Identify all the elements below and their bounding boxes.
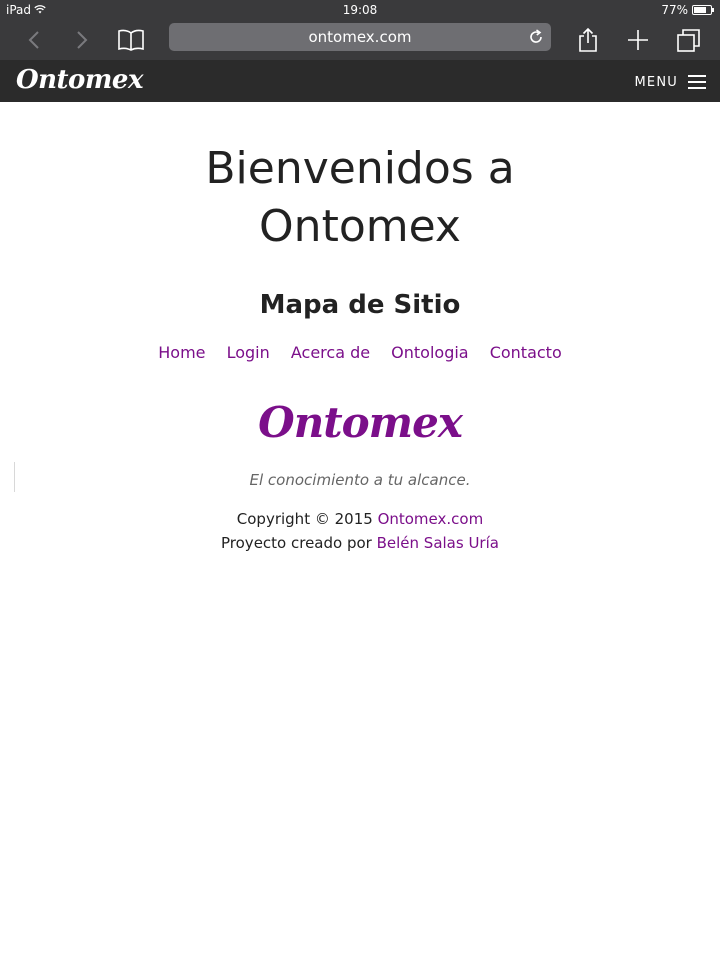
share-button[interactable] bbox=[572, 24, 604, 56]
sitemap-links: Home Login Acerca de Ontologia Contacto bbox=[0, 343, 720, 362]
url-text: ontomex.com bbox=[308, 28, 412, 46]
copyright-prefix: Copyright © 2015 bbox=[236, 510, 378, 528]
browser-toolbar: ontomex.com bbox=[0, 20, 720, 60]
battery-icon bbox=[692, 5, 714, 15]
sitemap-link-contact[interactable]: Contacto bbox=[490, 343, 562, 362]
footer-logo: Ontomex bbox=[258, 398, 463, 447]
credit-text: Proyecto creado por Belén Salas Uría bbox=[0, 534, 720, 552]
share-icon bbox=[579, 27, 597, 52]
new-tab-icon bbox=[628, 30, 648, 50]
hamburger-icon bbox=[688, 75, 706, 89]
sitemap-link-home[interactable]: Home bbox=[158, 343, 205, 362]
clock: 19:08 bbox=[342, 3, 378, 17]
sitemap-link-about[interactable]: Acerca de bbox=[291, 343, 370, 362]
back-icon bbox=[28, 31, 39, 49]
forward-button[interactable] bbox=[66, 24, 98, 56]
bookmarks-button[interactable] bbox=[115, 24, 147, 56]
bookmarks-icon bbox=[118, 29, 144, 51]
tabs-button[interactable] bbox=[673, 24, 705, 56]
tagline: El conocimiento a tu alcance. bbox=[249, 471, 471, 489]
sitemap-title: Mapa de Sitio bbox=[259, 290, 461, 320]
reload-icon[interactable] bbox=[527, 28, 545, 46]
forward-icon bbox=[77, 31, 88, 49]
sitemap-link-login[interactable]: Login bbox=[227, 343, 270, 362]
page-title: Bienvenidos a Ontomex bbox=[0, 140, 720, 256]
status-bar: iPad 19:08 77% bbox=[0, 0, 720, 20]
author-link[interactable]: Belén Salas Uría bbox=[377, 534, 499, 552]
site-navbar: Ontomex MENU bbox=[0, 60, 720, 102]
page-title-line-1: Bienvenidos a bbox=[205, 143, 515, 194]
battery-percentage: 77% bbox=[661, 3, 688, 17]
scroll-indicator bbox=[14, 462, 15, 492]
new-tab-button[interactable] bbox=[622, 24, 654, 56]
copyright-link[interactable]: Ontomex.com bbox=[378, 510, 484, 528]
copyright-text: Copyright © 2015 Ontomex.com bbox=[0, 510, 720, 528]
sitemap-link-ontology[interactable]: Ontologia bbox=[391, 343, 468, 362]
page-title-line-2: Ontomex bbox=[259, 201, 461, 252]
credit-prefix: Proyecto creado por bbox=[221, 534, 377, 552]
menu-label: MENU bbox=[634, 74, 678, 90]
tabs-icon bbox=[677, 29, 700, 52]
address-bar[interactable]: ontomex.com bbox=[169, 23, 551, 51]
menu-button[interactable]: MENU bbox=[635, 72, 706, 92]
back-button[interactable] bbox=[18, 24, 50, 56]
brand-logo[interactable]: Ontomex bbox=[16, 65, 143, 95]
